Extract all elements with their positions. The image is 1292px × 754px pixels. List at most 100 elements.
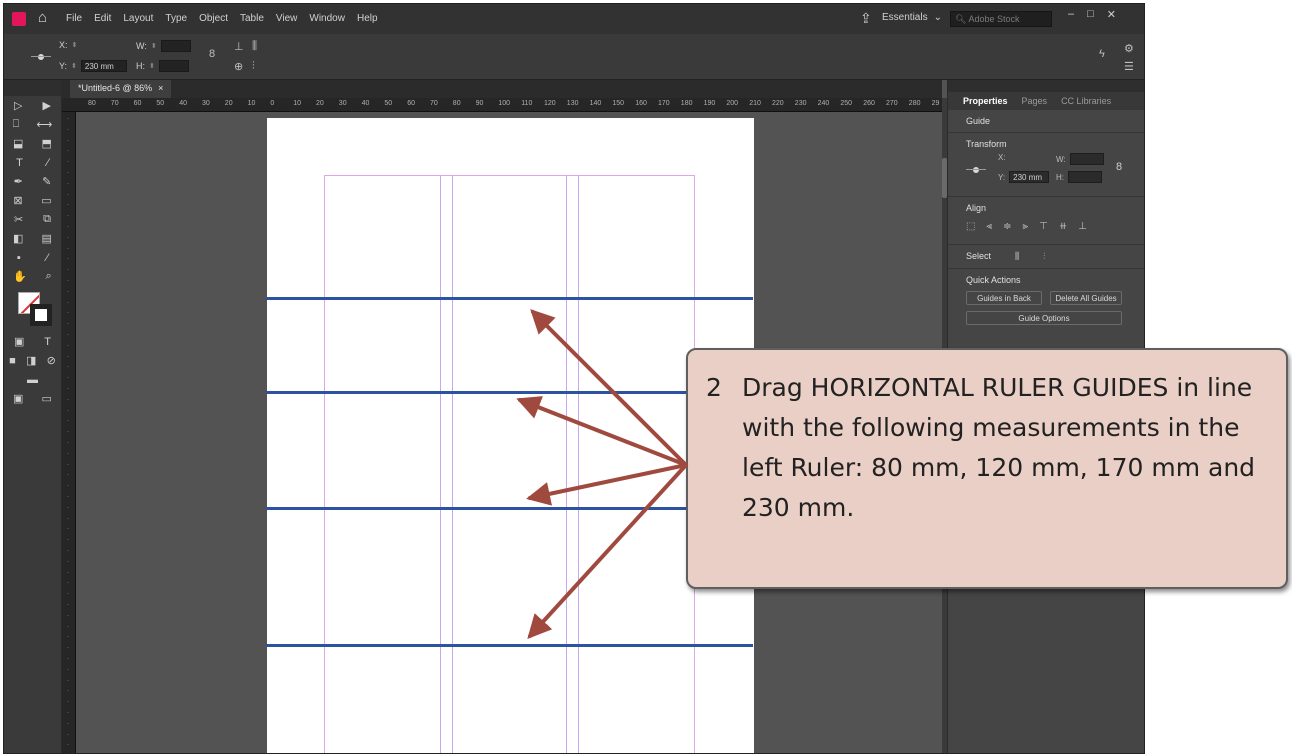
line-tool-icon[interactable]: ∕ <box>47 157 49 169</box>
maximize-icon[interactable]: □ <box>1087 8 1094 21</box>
stepper-icon[interactable]: ⬍ <box>72 41 78 49</box>
menu-item-window[interactable]: Window <box>309 13 345 24</box>
indesign-app-icon[interactable] <box>12 12 26 26</box>
menu-item-type[interactable]: Type <box>165 13 187 24</box>
w-field[interactable]: W: <box>1056 153 1104 165</box>
guides-in-back-button[interactable]: Guides in Back <box>966 291 1042 305</box>
distribute-vertical-icon[interactable]: ⫶ <box>252 60 255 73</box>
formatting-text-icon[interactable]: T <box>44 336 51 348</box>
constrain-proportions-icon[interactable]: 8 <box>209 48 215 60</box>
guide-options-button[interactable]: Guide Options <box>966 311 1122 325</box>
gradient-feather-tool-icon[interactable]: ▤ <box>42 232 52 245</box>
align-center-icon[interactable]: ⊕ <box>234 60 243 73</box>
select-previous-icon[interactable]: ⫼ <box>1015 251 1019 262</box>
horizontal-guide[interactable] <box>266 297 753 300</box>
screen-mode-icon[interactable]: ▬ <box>27 374 38 386</box>
constrain-proportions-icon[interactable]: 8 <box>1116 161 1122 173</box>
hand-tool-icon[interactable]: ✋ <box>13 270 27 283</box>
align-to-icon[interactable]: ⬚ <box>966 221 975 232</box>
h-field[interactable]: H: <box>1056 171 1102 183</box>
align-icon[interactable]: ⊥ <box>234 40 244 53</box>
apply-gradient-icon[interactable]: ◨ <box>26 354 36 367</box>
h-input[interactable] <box>158 60 189 72</box>
stroke-swatch[interactable] <box>30 304 52 326</box>
pencil-tool-icon[interactable]: ✎ <box>42 175 51 188</box>
share-icon[interactable]: ⇪ <box>860 10 872 27</box>
stepper-icon[interactable]: ⬍ <box>149 62 155 70</box>
menu-item-file[interactable]: File <box>66 13 82 24</box>
lightning-icon[interactable]: ϟ <box>1099 48 1105 60</box>
gradient-swatch-tool-icon[interactable]: ◧ <box>13 232 23 245</box>
panel-grip[interactable] <box>948 80 1144 92</box>
delete-all-guides-button[interactable]: Delete All Guides <box>1050 291 1122 305</box>
rectangle-tool-icon[interactable]: ▭ <box>41 194 51 207</box>
x-field[interactable]: X: ⬍ <box>59 40 77 50</box>
eyedropper-tool-icon[interactable]: ⁄ <box>46 252 48 264</box>
tab-pages[interactable]: Pages <box>1022 96 1048 106</box>
horizontal-guide[interactable] <box>266 507 753 510</box>
menu-item-object[interactable]: Object <box>199 13 228 24</box>
apply-none-icon[interactable]: ⊘ <box>47 354 56 367</box>
home-icon[interactable]: ⌂ <box>38 9 47 26</box>
formatting-container-icon[interactable]: ▣ <box>14 335 24 348</box>
menu-item-view[interactable]: View <box>276 13 298 24</box>
scissors-tool-icon[interactable]: ✂ <box>14 213 23 226</box>
align-vertical-center-icon[interactable]: ⧺ <box>1059 221 1067 232</box>
y-field[interactable]: Y: 230 mm <box>998 171 1050 183</box>
horizontal-guide[interactable] <box>266 391 753 394</box>
reference-point-icon[interactable] <box>31 50 51 64</box>
content-collector-icon[interactable]: ⬓ <box>13 137 23 150</box>
menu-item-help[interactable]: Help <box>357 13 378 24</box>
reference-point-icon[interactable] <box>966 163 986 177</box>
adobe-stock-search[interactable]: 🔍︎ Adobe Stock <box>950 11 1052 27</box>
tab-cc-libraries[interactable]: CC Libraries <box>1061 96 1111 106</box>
normal-view-icon[interactable]: ▣ <box>13 392 23 405</box>
free-transform-tool-icon[interactable]: ⧉ <box>43 213 51 226</box>
close-tab-icon[interactable]: × <box>158 83 163 95</box>
distribute-icon[interactable]: ⫼ <box>252 40 257 53</box>
apply-color-icon[interactable]: ■ <box>9 355 16 367</box>
close-icon[interactable]: ✕ <box>1107 8 1116 21</box>
horizontal-guide[interactable] <box>266 644 753 647</box>
rectangle-frame-tool-icon[interactable]: ⊠ <box>13 194 22 207</box>
content-placer-icon[interactable]: ⬒ <box>42 137 52 150</box>
selection-tool-icon[interactable]: ▷ <box>14 99 22 112</box>
menu-item-layout[interactable]: Layout <box>123 13 153 24</box>
page-tool-icon[interactable]: ⎕ <box>13 118 20 131</box>
document-page[interactable] <box>267 118 754 753</box>
direct-selection-tool-icon[interactable]: ▶ <box>43 99 51 112</box>
menu-item-table[interactable]: Table <box>240 13 264 24</box>
y-input[interactable]: 230 mm <box>80 60 127 72</box>
panel-menu-icon[interactable]: ☰ <box>1124 60 1134 73</box>
zoom-tool-icon[interactable]: ⌕ <box>46 270 52 283</box>
fill-stroke-swatches[interactable] <box>18 292 54 328</box>
select-next-icon[interactable]: ⫶ <box>1043 251 1045 262</box>
type-tool-icon[interactable]: T <box>16 157 23 169</box>
document-tab[interactable]: *Untitled-6 @ 86% × <box>70 80 172 98</box>
workspace-switcher[interactable]: Essentials ⌄ <box>882 12 942 23</box>
align-bottom-icon[interactable]: ⊥ <box>1078 221 1087 232</box>
w-field[interactable]: W: ⬍ <box>136 40 191 52</box>
stepper-icon[interactable]: ⬍ <box>71 62 77 70</box>
minimize-icon[interactable]: – <box>1068 8 1074 21</box>
stepper-icon[interactable]: ⬍ <box>151 42 157 50</box>
align-left-icon[interactable]: ⫷ <box>986 221 992 232</box>
vertical-ruler[interactable]: · · · · · · · · · · · · · · · · · · · · · · · · · · · · · · · · · · · · · · · ·… <box>62 112 76 753</box>
align-right-icon[interactable]: ⫸ <box>1022 221 1028 232</box>
pen-tool-icon[interactable]: ✒ <box>14 175 23 188</box>
x-field[interactable]: X: <box>998 153 1006 162</box>
align-top-icon[interactable]: ⊤ <box>1039 221 1048 232</box>
h-field[interactable]: H: ⬍ <box>136 60 189 72</box>
h-input[interactable] <box>1068 171 1102 183</box>
gear-icon[interactable]: ⚙ <box>1124 42 1134 55</box>
y-input[interactable]: 230 mm <box>1009 171 1050 183</box>
tab-properties[interactable]: Properties <box>963 96 1008 106</box>
note-tool-icon[interactable]: ▪ <box>17 252 21 264</box>
align-horizontal-center-icon[interactable]: ≑ <box>1003 221 1011 232</box>
preview-mode-icon[interactable]: ▭ <box>42 392 52 405</box>
panel-grip[interactable] <box>4 80 61 96</box>
w-input[interactable] <box>160 40 191 52</box>
horizontal-ruler[interactable]: 80 70 60 50 40 30 20 10 0 10 20 30 40 50 60 70 80 90 100 11… <box>62 98 942 112</box>
gap-tool-icon[interactable]: ⟷ <box>37 118 53 131</box>
y-field[interactable]: Y: ⬍ 230 mm <box>59 60 127 72</box>
